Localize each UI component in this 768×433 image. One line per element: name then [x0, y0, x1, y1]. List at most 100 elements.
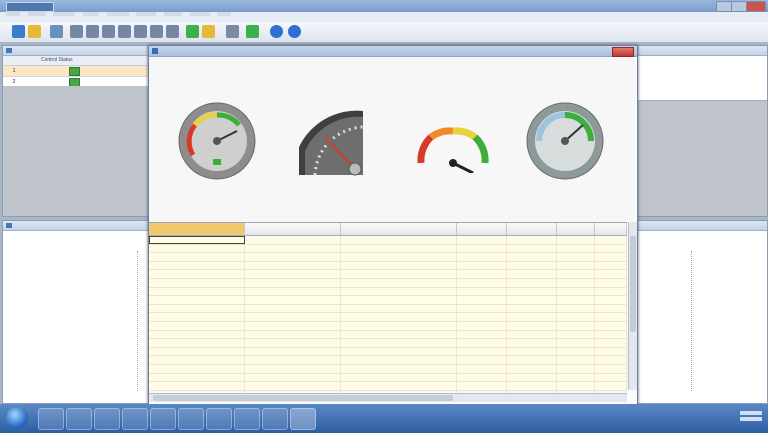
table-cell[interactable] — [149, 261, 245, 270]
column-header[interactable] — [149, 223, 245, 235]
table-row[interactable] — [149, 236, 627, 245]
filter-icon[interactable] — [28, 25, 41, 38]
table-cell[interactable] — [557, 347, 595, 356]
info-icon[interactable] — [246, 25, 259, 38]
table-cell[interactable] — [149, 382, 245, 390]
table-cell[interactable] — [595, 270, 627, 278]
table-cell[interactable] — [557, 287, 595, 296]
stop-icon[interactable] — [150, 25, 163, 38]
table-row[interactable] — [149, 347, 627, 357]
menu-item[interactable] — [27, 12, 46, 16]
window-caption[interactable] — [633, 46, 767, 56]
table-cell[interactable] — [341, 347, 457, 356]
table-row[interactable] — [149, 364, 627, 374]
table-cell[interactable] — [595, 364, 627, 373]
table-cell[interactable] — [457, 364, 507, 373]
table-cell[interactable] — [457, 236, 507, 244]
table-cell[interactable] — [149, 347, 245, 356]
table-cell[interactable] — [457, 313, 507, 321]
table-row[interactable] — [149, 313, 627, 322]
table-cell[interactable] — [557, 313, 595, 321]
table-cell[interactable] — [557, 253, 595, 261]
app-title-tab[interactable] — [6, 2, 54, 12]
menu-item[interactable] — [83, 12, 100, 16]
menu-item[interactable] — [106, 12, 129, 16]
table-cell[interactable] — [557, 270, 595, 278]
table-row[interactable] — [149, 356, 627, 365]
table-cell[interactable] — [557, 304, 595, 313]
table-row[interactable] — [149, 304, 627, 314]
table-cell[interactable] — [245, 347, 341, 356]
table-cell[interactable] — [507, 296, 557, 304]
zoom-icon[interactable] — [166, 25, 179, 38]
table-cell[interactable] — [595, 244, 627, 253]
table-cell[interactable] — [341, 270, 457, 278]
table-cell[interactable] — [245, 296, 341, 304]
table-cell[interactable] — [457, 287, 507, 296]
table-cell[interactable] — [457, 278, 507, 287]
table-cell[interactable] — [557, 321, 595, 330]
window-caption[interactable] — [3, 46, 163, 56]
table-cell[interactable] — [149, 339, 245, 347]
table-cell[interactable] — [507, 373, 557, 382]
table-cell[interactable] — [149, 313, 245, 321]
table-cell[interactable] — [557, 373, 595, 382]
save-icon[interactable] — [12, 25, 25, 38]
settings-icon[interactable] — [226, 25, 239, 38]
table-row[interactable] — [149, 330, 627, 340]
table-cell[interactable] — [341, 356, 457, 364]
column-header[interactable] — [245, 223, 341, 235]
menu-item[interactable] — [189, 12, 210, 16]
table-cell[interactable] — [457, 373, 507, 382]
help-icon[interactable] — [202, 25, 215, 38]
table-cell[interactable] — [149, 236, 245, 244]
table-cell[interactable] — [341, 304, 457, 313]
table-cell[interactable] — [245, 382, 341, 390]
table-row[interactable]: 1 — [3, 66, 163, 77]
table-cell[interactable] — [595, 287, 627, 296]
table-cell[interactable] — [507, 278, 557, 287]
maximize-button[interactable] — [731, 1, 747, 12]
table-cell[interactable] — [149, 373, 245, 382]
table-cell[interactable] — [245, 304, 341, 313]
scrollbar-thumb[interactable] — [630, 236, 636, 332]
table-cell[interactable] — [245, 278, 341, 287]
table-cell[interactable] — [507, 236, 557, 244]
help-circle-icon[interactable] — [288, 25, 301, 38]
table-cell[interactable] — [457, 261, 507, 270]
table-cell[interactable] — [341, 364, 457, 373]
table-cell[interactable] — [341, 278, 457, 287]
refresh-icon[interactable] — [270, 25, 283, 38]
table-cell[interactable] — [341, 236, 457, 244]
table-cell[interactable] — [457, 339, 507, 347]
table-cell[interactable] — [557, 339, 595, 347]
folder-icon[interactable] — [66, 408, 92, 430]
table-row[interactable] — [149, 261, 627, 271]
table-cell[interactable] — [341, 244, 457, 253]
table-cell[interactable] — [557, 244, 595, 253]
table-row[interactable] — [149, 296, 627, 305]
menu-item[interactable] — [136, 12, 157, 16]
gauge-window-caption[interactable] — [149, 46, 637, 57]
app-icon[interactable] — [122, 408, 148, 430]
clock[interactable] — [740, 411, 762, 415]
table-cell[interactable] — [595, 236, 627, 244]
menu-item[interactable] — [6, 12, 20, 16]
table-cell[interactable] — [595, 382, 627, 390]
column-header[interactable] — [457, 223, 507, 235]
table-cell[interactable] — [149, 296, 245, 304]
table-row[interactable] — [149, 278, 627, 288]
table-cell[interactable] — [457, 244, 507, 253]
table-cell[interactable] — [245, 236, 341, 244]
table-row[interactable] — [149, 270, 627, 279]
table-cell[interactable] — [557, 382, 595, 390]
table-cell[interactable] — [149, 321, 245, 330]
explorer-icon[interactable] — [38, 408, 64, 430]
first-icon[interactable] — [70, 25, 83, 38]
table-cell[interactable] — [507, 356, 557, 364]
table-cell[interactable] — [149, 364, 245, 373]
table-cell[interactable] — [595, 347, 627, 356]
table-cell[interactable] — [557, 364, 595, 373]
table-cell[interactable] — [149, 304, 245, 313]
next-icon[interactable] — [118, 25, 131, 38]
